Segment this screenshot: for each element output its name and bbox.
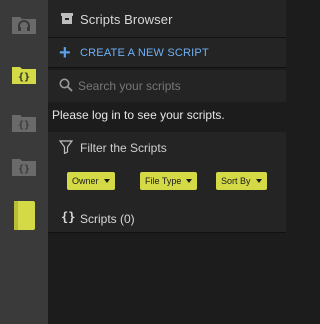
svg-text:{}: {} bbox=[18, 164, 30, 175]
chevron-down-icon bbox=[186, 179, 193, 183]
search-icon bbox=[59, 78, 73, 97]
headphones-folder-icon[interactable] bbox=[10, 10, 38, 38]
file-type-dropdown-label: File Type bbox=[145, 176, 182, 186]
panel-header: Scripts Browser bbox=[48, 0, 286, 38]
scripts-count-label: Scripts (0) bbox=[80, 212, 135, 226]
code-braces-icon: {} bbox=[61, 210, 76, 224]
file-type-dropdown[interactable]: File Type bbox=[140, 172, 198, 190]
owner-dropdown[interactable]: Owner bbox=[67, 172, 115, 190]
code-folder-icon[interactable]: {} bbox=[10, 108, 38, 136]
chevron-down-icon bbox=[255, 179, 262, 183]
svg-text:{}: {} bbox=[18, 72, 30, 83]
code-folder-icon[interactable]: {} bbox=[10, 152, 38, 180]
create-script-button[interactable]: + CREATE A NEW SCRIPT bbox=[48, 38, 286, 68]
sort-by-dropdown-label: Sort By bbox=[221, 176, 251, 186]
page-title: Scripts Browser bbox=[80, 12, 173, 27]
search-input[interactable] bbox=[78, 77, 278, 95]
svg-text:{}: {} bbox=[18, 120, 30, 131]
sidebar: {} {} {} bbox=[0, 0, 48, 324]
scripts-panel: Scripts Browser + CREATE A NEW SCRIPT Pl… bbox=[48, 0, 291, 324]
code-folder-icon[interactable]: {} bbox=[10, 60, 38, 88]
scripts-list-header[interactable]: {} Scripts (0) bbox=[48, 203, 286, 233]
plus-icon: + bbox=[59, 42, 71, 64]
sort-by-dropdown[interactable]: Sort By bbox=[216, 172, 267, 190]
login-message: Please log in to see your scripts. bbox=[52, 108, 225, 122]
search-bar bbox=[48, 70, 286, 102]
filter-funnel-icon bbox=[58, 140, 74, 159]
filter-title: Filter the Scripts bbox=[80, 141, 167, 155]
chevron-down-icon bbox=[103, 179, 110, 183]
trash-box-icon bbox=[60, 12, 74, 30]
create-script-label: CREATE A NEW SCRIPT bbox=[80, 47, 209, 59]
book-icon[interactable] bbox=[10, 198, 38, 234]
owner-dropdown-label: Owner bbox=[72, 176, 99, 186]
